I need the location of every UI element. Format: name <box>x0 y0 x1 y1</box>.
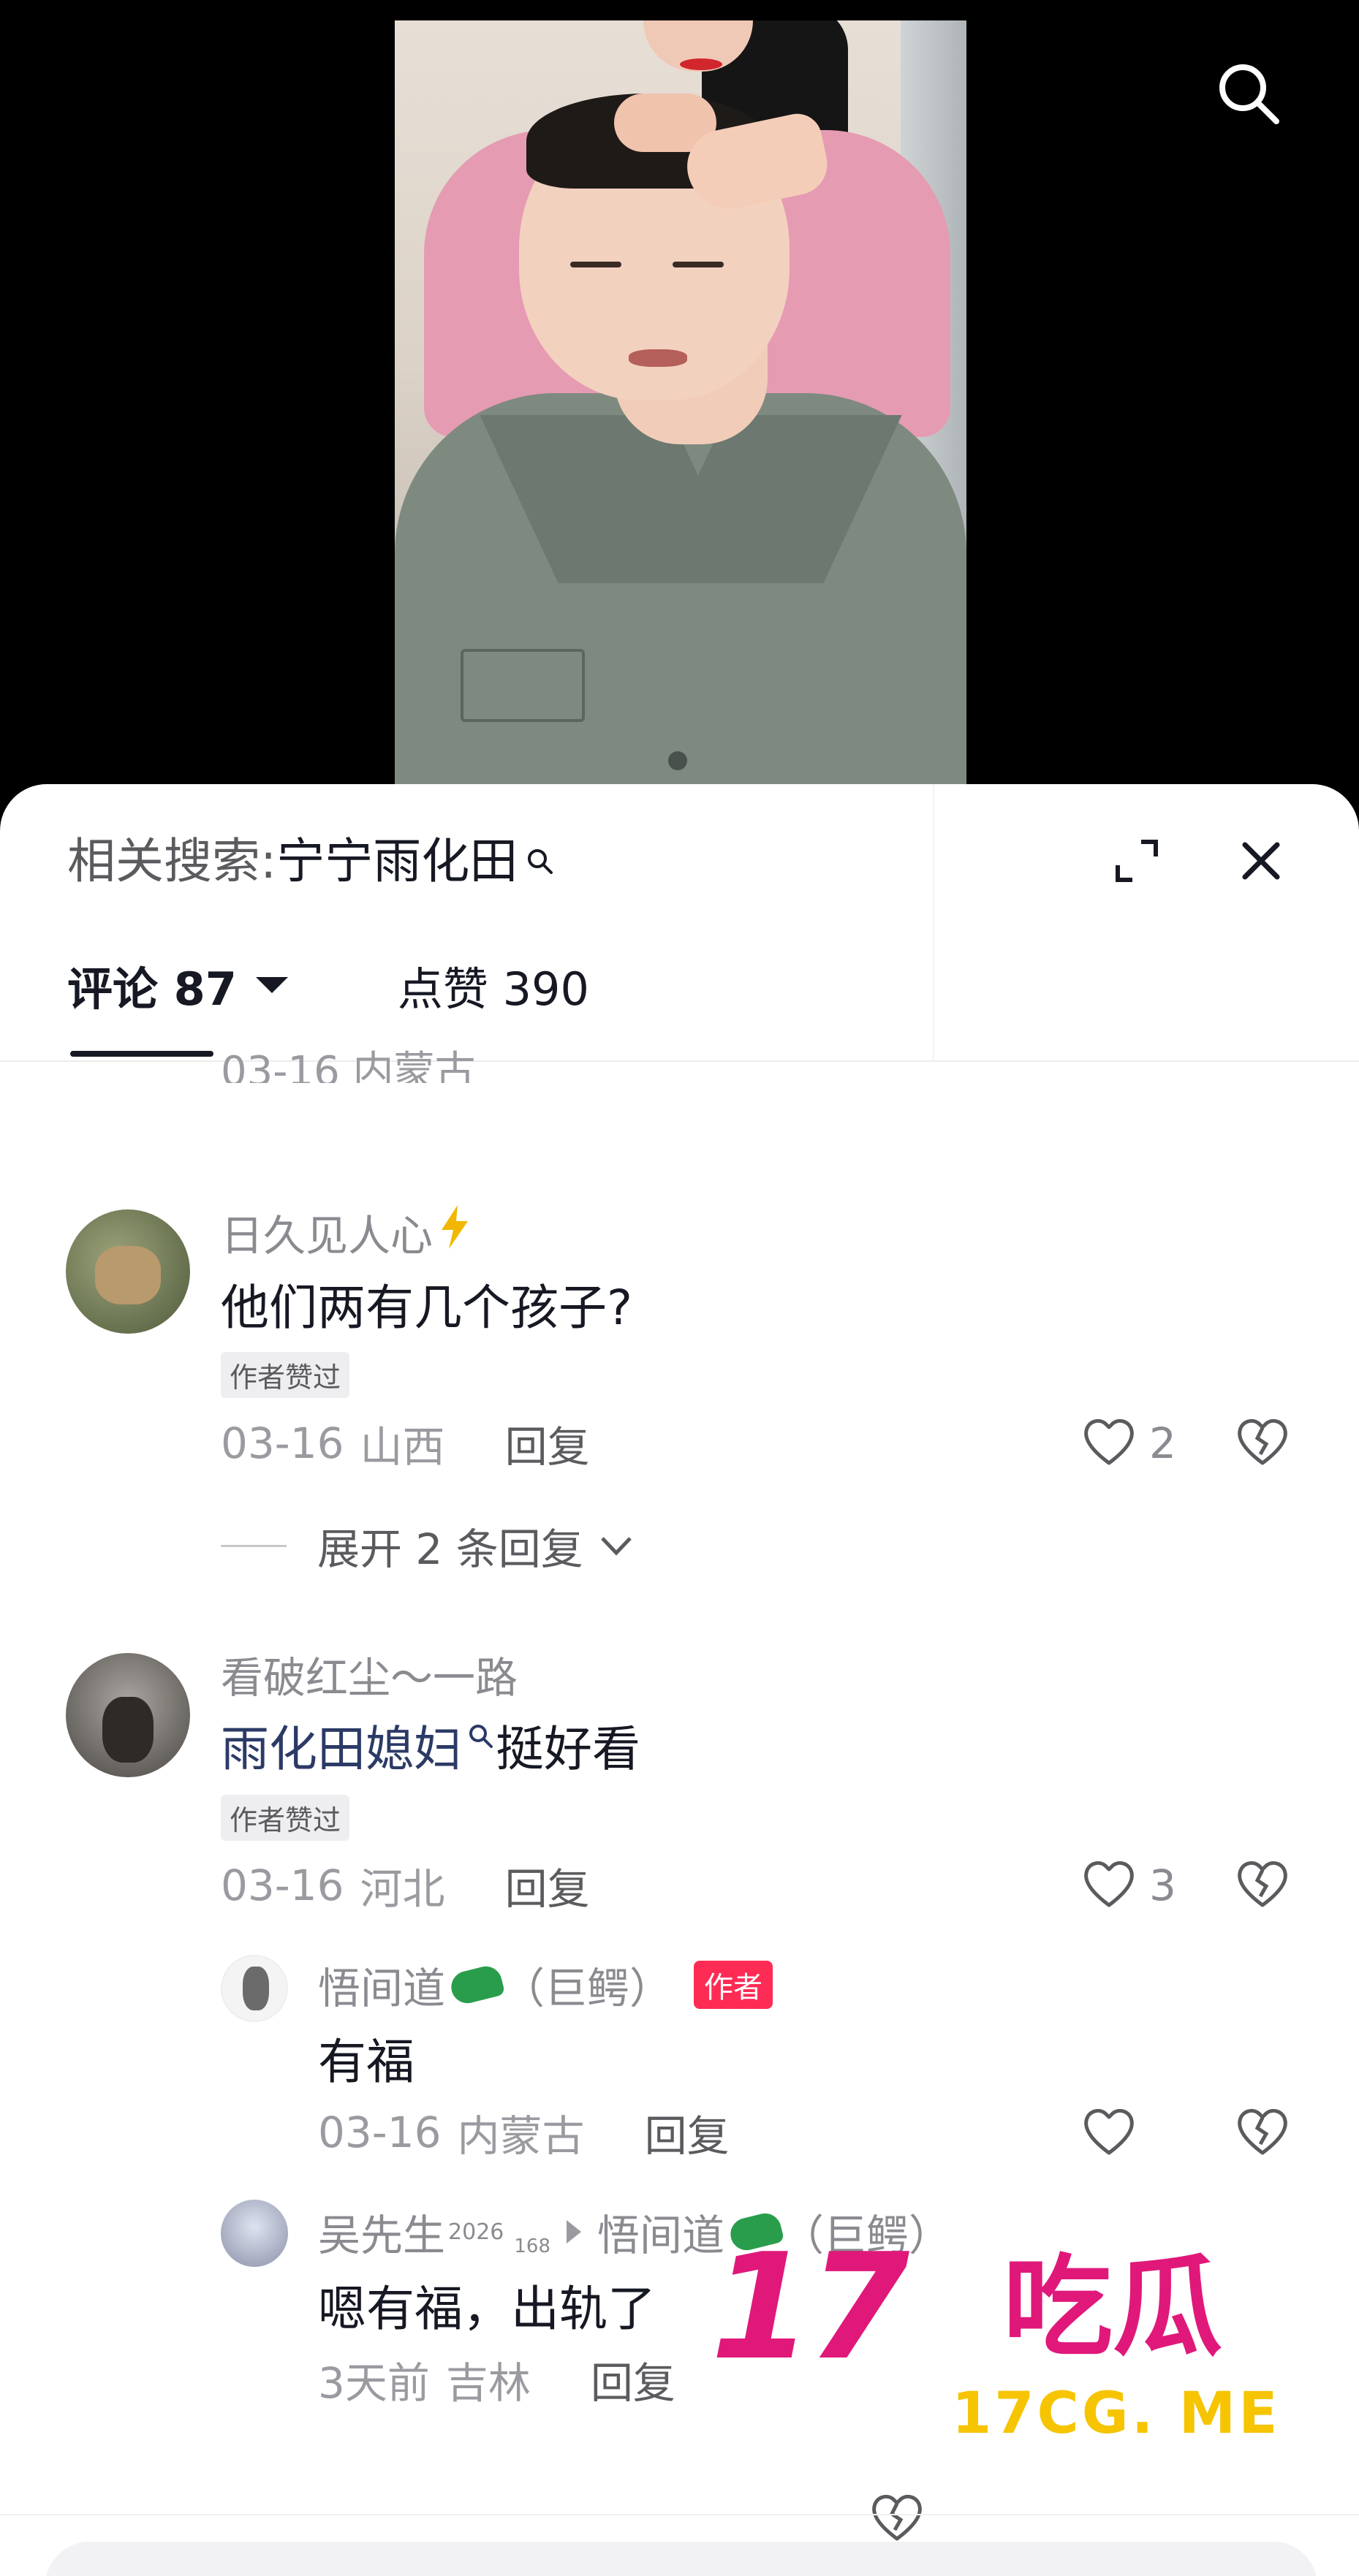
broken-heart-icon[interactable] <box>1235 2106 1290 2160</box>
heart-icon <box>1082 1858 1136 1912</box>
watermark-main: 17 <box>711 2222 909 2393</box>
video-woman-lips <box>680 58 722 70</box>
search-icon[interactable] <box>1214 58 1284 129</box>
like-button[interactable]: 2 <box>1082 1416 1176 1470</box>
related-search[interactable]: 相关搜索: 宁宁雨化田 <box>67 828 556 889</box>
close-icon[interactable] <box>1228 828 1294 894</box>
comment-username-text: 看破红尘～一路 <box>221 1653 518 1703</box>
reply-text: 有福 <box>318 2034 414 2090</box>
reply-username[interactable]: 悟间道 （巨鳄） 作者 <box>318 1958 773 2013</box>
author-tag: 作者 <box>694 1961 773 2009</box>
comment-text: 他们两有几个孩子? <box>221 1280 633 1336</box>
reply-username-text: 吴先生 <box>318 2211 446 2260</box>
tab-active-indicator <box>70 1051 213 1057</box>
caret-down-icon[interactable] <box>255 977 288 993</box>
crocodile-icon <box>447 1963 506 2007</box>
comment-location: 河北 <box>360 1864 445 1914</box>
watermark-logo: 17 吃瓜 17CG. ME <box>711 2227 1325 2447</box>
expand-replies-label: 展开 2 条回复 <box>317 1524 583 1574</box>
reply-username-text: 悟间道 <box>318 1964 446 2013</box>
reply-button[interactable]: 回复 <box>505 1413 590 1474</box>
reply-username-sup: 2026 <box>448 2219 504 2245</box>
avatar[interactable] <box>221 2200 288 2267</box>
search-link[interactable]: 雨化田媳妇 <box>221 1710 462 1780</box>
comment-tabs: 评论 87 点赞 390 <box>67 952 589 1018</box>
lightning-icon <box>439 1205 471 1259</box>
like-button[interactable] <box>1082 2106 1136 2160</box>
comment-text-rest: 挺好看 <box>496 1721 640 1777</box>
reply-button[interactable]: 回复 <box>591 2349 675 2410</box>
chevron-down-icon <box>598 1521 635 1570</box>
watermark-url: 17CG. ME <box>952 2381 1281 2447</box>
reply-meta: 03-16 内蒙古 回复 <box>318 2103 730 2162</box>
comment-panel-header: 相关搜索: 宁宁雨化田 评论 87 点赞 390 <box>0 784 1359 1062</box>
avatar[interactable] <box>66 1209 190 1334</box>
reply-arrow-icon <box>567 2220 582 2243</box>
bottom-divider <box>0 2514 1359 2515</box>
tab-likes-label: 点赞 390 <box>397 962 589 1016</box>
comment-meta: 03-16 山西 回复 <box>221 1414 590 1473</box>
broken-heart-icon[interactable] <box>1235 1416 1290 1470</box>
like-count: 3 <box>1149 1861 1176 1910</box>
related-search-prefix: 相关搜索: <box>67 833 277 889</box>
video-frame[interactable] <box>395 20 966 786</box>
reply-date: 3天前 <box>318 2358 430 2408</box>
video-man-mouth <box>629 349 687 367</box>
related-search-query[interactable]: 宁宁雨化田 <box>276 822 518 892</box>
reply-location: 内蒙古 <box>457 2111 585 2161</box>
expand-replies-button[interactable]: 展开 2 条回复 <box>221 1516 635 1575</box>
reply-button[interactable]: 回复 <box>645 2102 730 2163</box>
broken-heart-icon[interactable] <box>870 2492 924 2546</box>
header-divider <box>933 784 934 1062</box>
like-count: 2 <box>1149 1418 1176 1468</box>
avatar[interactable] <box>221 1955 288 2022</box>
heart-icon <box>1082 1416 1136 1470</box>
expand-replies-line <box>221 1544 287 1547</box>
comment-date: 03-16 <box>221 1861 344 1910</box>
video-shirt-button <box>668 751 687 770</box>
reply-date: 03-16 <box>318 2108 442 2157</box>
comment-meta: 03-16 河北 回复 <box>221 1856 590 1915</box>
reply-text: 嗯有福，出轨了 <box>318 2281 656 2337</box>
avatar-image <box>243 1967 269 2010</box>
avatar-image <box>102 1697 154 1763</box>
comment-username[interactable]: 日久见人心 <box>221 1205 471 1261</box>
search-icon <box>525 832 556 874</box>
author-liked-badge: 作者赞过 <box>221 1795 350 1841</box>
reply-to-username[interactable]: 悟间道 <box>597 2201 724 2262</box>
expand-icon[interactable] <box>1104 828 1170 894</box>
video-player[interactable] <box>0 0 1359 786</box>
author-liked-badge: 作者赞过 <box>221 1352 350 1398</box>
comment-username-text: 日久见人心 <box>221 1211 434 1261</box>
cut-off-comment-meta: 03-16 内蒙古 <box>221 1048 476 1083</box>
comment-username[interactable]: 看破红尘～一路 <box>221 1648 518 1703</box>
like-button[interactable]: 3 <box>1082 1858 1176 1912</box>
tab-comments-label: 评论 87 <box>67 962 237 1016</box>
reply-button[interactable]: 回复 <box>505 1855 590 1916</box>
video-shirt-pocket <box>461 649 585 722</box>
reply-location: 吉林 <box>445 2358 531 2408</box>
reply-meta: 3天前 吉林 回复 <box>318 2350 675 2409</box>
watermark-cn: 吃瓜 <box>1003 2244 1223 2371</box>
tab-comments[interactable]: 评论 87 <box>67 952 288 1018</box>
avatar-image <box>95 1246 161 1304</box>
heart-icon <box>1082 2106 1136 2160</box>
video-man-eye <box>673 262 724 267</box>
broken-heart-icon[interactable] <box>1235 1858 1290 1912</box>
comment-date: 03-16 <box>221 1418 344 1468</box>
video-man-eye <box>570 262 621 267</box>
comment-location: 山西 <box>360 1422 445 1472</box>
reply-username-sub: 168 <box>514 2235 551 2257</box>
comment-input[interactable] <box>45 2542 1317 2576</box>
comment-text: 雨化田媳妇 挺好看 <box>221 1714 640 1777</box>
tab-likes[interactable]: 点赞 390 <box>398 952 589 1018</box>
avatar[interactable] <box>66 1653 190 1777</box>
search-icon <box>466 1706 496 1763</box>
reply-username-suffix: （巨鳄） <box>502 1964 673 2013</box>
